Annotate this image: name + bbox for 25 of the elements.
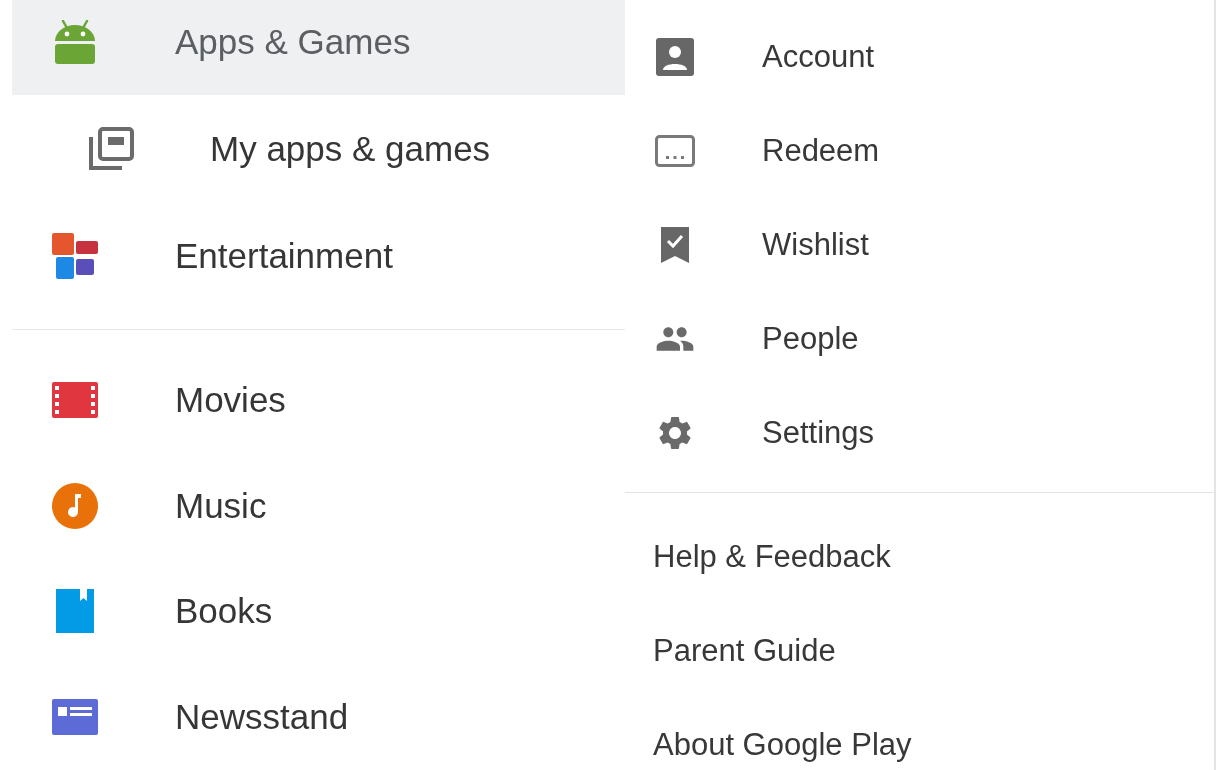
android-robot-icon [52, 19, 98, 64]
film-icon [52, 381, 98, 418]
card-dots-icon [655, 135, 695, 167]
bookmark-check-icon [661, 227, 689, 263]
menu-link[interactable]: Help & Feedback [653, 538, 891, 576]
nav-item[interactable]: My apps & games [12, 95, 625, 202]
nav-item[interactable]: Entertainment [12, 202, 625, 309]
menu-item[interactable]: Wishlist [625, 198, 1214, 292]
menu-item[interactable]: Redeem [625, 104, 1214, 198]
menu-item[interactable]: People [625, 292, 1214, 386]
newspaper-icon [52, 699, 98, 736]
nav-item[interactable]: Newsstand [12, 664, 625, 770]
stacked-squares-icon [88, 126, 135, 171]
menu-link[interactable]: About Google Play [653, 726, 912, 764]
tiles-icon [52, 232, 98, 279]
nav-item[interactable]: Movies [12, 347, 625, 453]
book-icon [56, 589, 94, 634]
menu-link[interactable]: Parent Guide [653, 632, 836, 670]
person-square-icon [656, 38, 694, 76]
nav-item[interactable]: Music [12, 452, 625, 559]
nav-item[interactable]: Books [12, 558, 625, 665]
music-note-icon [52, 482, 98, 529]
menu-item[interactable]: Account [625, 10, 1214, 104]
menu-item[interactable]: Settings [625, 386, 1214, 480]
nav-item[interactable]: Apps & Games [12, 0, 625, 95]
